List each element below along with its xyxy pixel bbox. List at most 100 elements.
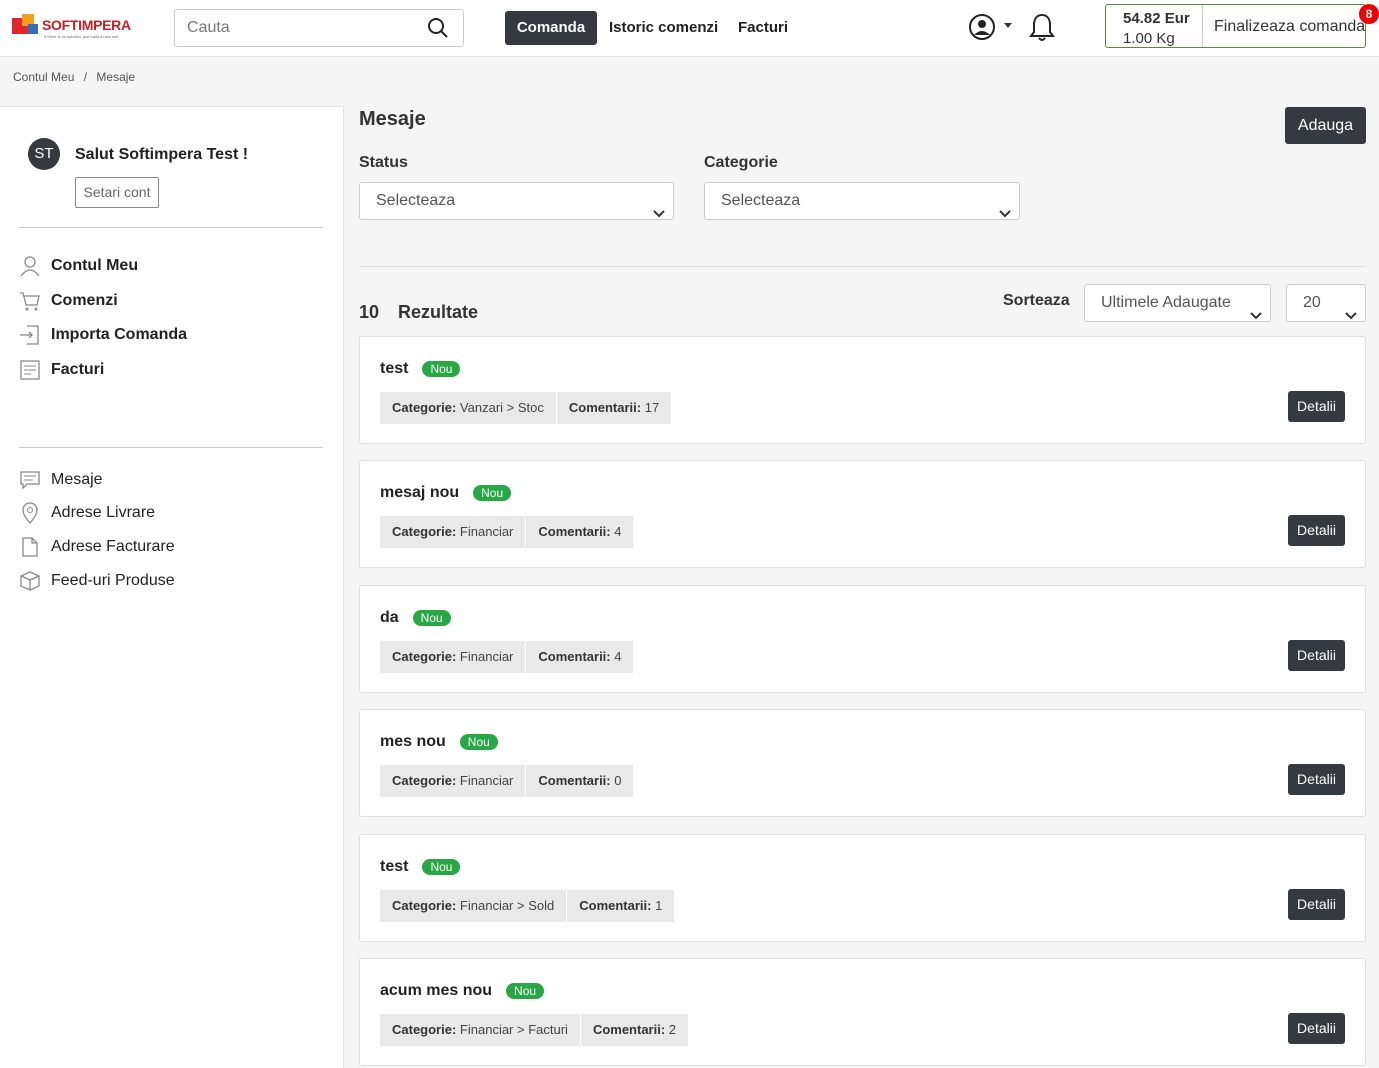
sidebar-item-label: Adrese Livrare [51,504,156,521]
message-comments: Comentarii: 1 [567,890,676,922]
add-message-button[interactable]: Adauga [1285,107,1366,144]
sidebar-item-importa-comanda[interactable]: Importa Comanda [19,322,187,348]
search-icon[interactable] [427,17,449,44]
sort-select-value: Ultimele Adaugate [1101,294,1231,311]
sidebar-item-label: Comenzi [51,292,118,309]
nav-facturi[interactable]: Facturi [738,11,788,45]
message-card: da Nou Categorie: Financiar Comentarii: 4… [359,585,1366,693]
results-number: 10 [359,302,380,322]
message-card: mesaj nou Nou Categorie: Financiar Coment… [359,460,1366,568]
sidebar-item-facturi[interactable]: Facturi [19,357,104,383]
message-title[interactable]: test [380,360,408,378]
cart-weight: 1.00 Kg [1123,30,1175,47]
sidebar-item-label: Mesaje [51,471,103,488]
nav-comanda[interactable]: Comanda [505,11,597,45]
sort-label: Sorteaza [1003,292,1070,309]
details-button[interactable]: Detalii [1288,764,1345,795]
message-category: Categorie: Vanzari > Stoc [380,392,557,424]
message-title[interactable]: test [380,858,408,876]
chevron-down-icon [1345,298,1357,334]
per-page-select[interactable]: 20 [1286,284,1366,322]
breadcrumb-mesaje: Mesaje [96,70,136,84]
sort-select[interactable]: Ultimele Adaugate [1084,284,1271,322]
message-comments: Comentarii: 17 [556,392,673,424]
message-category: Categorie: Financiar > Sold [380,890,568,922]
per-page-value: 20 [1303,294,1321,311]
status-badge: Nou [459,734,498,750]
category-select[interactable]: Selecteaza [704,182,1020,220]
logo-text: SOFTIMPERA [42,17,131,33]
message-comments: Comentarii: 4 [526,641,635,673]
message-comments: Comentarii: 2 [580,1014,690,1046]
chevron-down-icon [653,196,665,232]
message-title[interactable]: mesaj nou [380,484,459,502]
sidebar-item-label: Importa Comanda [51,326,188,343]
category-filter-label: Categorie [704,154,778,171]
sidebar-item-contul-meu[interactable]: Contul Meu [19,253,138,279]
filters-divider [359,266,1366,267]
user-icon [19,255,41,277]
avatar: ST [28,138,60,170]
message-title[interactable]: mes nou [380,733,446,751]
account-settings-button[interactable]: Setari cont [75,177,159,208]
cart-summary[interactable]: 54.82 Eur 1.00 Kg Finalizeaza comanda 8 [1105,4,1379,48]
chevron-down-icon [1250,298,1262,334]
finalize-order-button[interactable]: Finalizeaza comanda [1214,18,1365,36]
details-button[interactable]: Detalii [1288,1013,1345,1044]
search-box [174,9,464,47]
import-icon [19,324,41,346]
sidebar-divider [19,227,323,228]
message-card: test Nou Categorie: Vanzari > Stoc Coment… [359,336,1366,444]
status-badge: Nou [422,859,461,875]
user-account-icon[interactable] [968,13,996,46]
sidebar-item-adrese-facturare[interactable]: Adrese Facturare [19,534,175,560]
category-select-value: Selecteaza [721,192,801,209]
sidebar: ST Salut Softimpera Test ! Setari cont C… [0,106,344,1068]
status-badge: Nou [422,361,461,377]
message-icon [19,469,41,491]
sidebar-item-feed-uri-produse[interactable]: Feed-uri Produse [19,568,175,594]
message-title[interactable]: da [380,609,399,627]
logo-tagline: If there is no solution, just build a ne… [44,34,119,39]
status-select-value: Selecteaza [376,192,456,209]
sidebar-item-adrese-livrare[interactable]: Adrese Livrare [19,500,155,526]
status-badge: Nou [473,485,512,501]
message-comments: Comentarii: 0 [526,765,635,797]
document-icon [19,536,41,558]
cart-count-badge: 8 [1359,4,1379,24]
greeting: Salut Softimpera Test ! [75,146,249,163]
sidebar-item-mesaje[interactable]: Mesaje [19,467,103,493]
sidebar-item-label: Facturi [51,361,105,378]
chevron-down-icon[interactable] [1004,23,1012,28]
location-pin-icon [19,502,41,524]
nav-istoric-comenzi[interactable]: Istoric comenzi [609,11,718,45]
message-title[interactable]: acum mes nou [380,982,492,1000]
bell-icon[interactable] [1029,12,1055,47]
page-title: Mesaje [359,108,426,130]
chevron-down-icon [999,196,1011,232]
details-button[interactable]: Detalii [1288,889,1345,920]
message-category: Categorie: Financiar [380,641,527,673]
message-card: test Nou Categorie: Financiar > Sold Come… [359,834,1366,942]
brand-logo[interactable]: SOFTIMPERA If there is no solution, just… [12,14,137,42]
status-filter-label: Status [359,154,408,171]
status-select[interactable]: Selecteaza [359,182,674,220]
breadcrumb: Contul Meu / Mesaje [13,70,135,84]
cart-totals: 54.82 Eur 1.00 Kg [1106,5,1203,47]
breadcrumb-contul-meu[interactable]: Contul Meu [13,70,74,84]
sidebar-item-label: Feed-uri Produse [51,572,175,589]
sidebar-item-comenzi[interactable]: Comenzi [19,288,118,314]
details-button[interactable]: Detalii [1288,391,1345,422]
top-header: SOFTIMPERA If there is no solution, just… [0,0,1379,57]
message-category: Categorie: Financiar > Facturi [380,1014,581,1046]
results-count: 10 Rezultate [359,302,478,323]
results-label: Rezultate [398,302,479,322]
message-category: Categorie: Financiar [380,516,527,548]
details-button[interactable]: Detalii [1288,640,1345,671]
sidebar-divider [19,447,323,448]
message-card: mes nou Nou Categorie: Financiar Comentar… [359,709,1366,817]
breadcrumb-separator: / [83,70,88,84]
status-badge: Nou [412,610,451,626]
details-button[interactable]: Detalii [1288,515,1345,546]
search-input[interactable] [187,19,417,37]
